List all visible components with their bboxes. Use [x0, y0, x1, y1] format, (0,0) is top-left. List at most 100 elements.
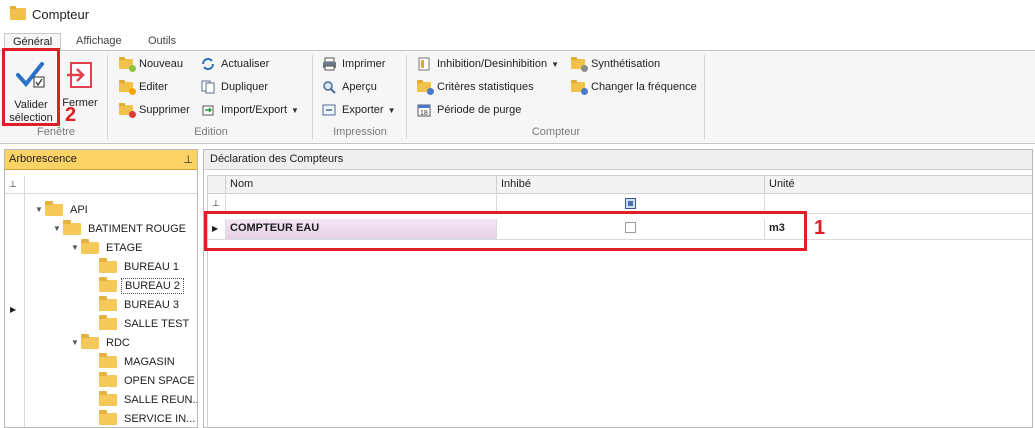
title-bar: Compteur	[0, 0, 1035, 30]
expand-arrow-icon[interactable]: ▼	[69, 338, 81, 347]
folder-icon	[99, 276, 117, 292]
imprimer-label: Imprimer	[342, 58, 386, 70]
editer-button[interactable]: Editer	[118, 78, 168, 96]
tree-panel-header: Arborescence ⊥	[5, 150, 197, 170]
tree-node[interactable]: SERVICE IN...	[87, 409, 197, 427]
tree-node[interactable]: BUREAU 3	[87, 295, 182, 314]
folder-icon	[99, 409, 117, 425]
tree-node[interactable]: SALLE TEST	[87, 314, 192, 333]
supprimer-label: Supprimer	[139, 104, 190, 116]
tab-outils[interactable]: Outils	[140, 33, 184, 51]
tree-node[interactable]: ▼ RDC	[69, 333, 133, 352]
folder-icon	[99, 295, 117, 311]
pin-icon[interactable]: ⊥	[183, 153, 193, 166]
expand-arrow-icon[interactable]: ▼	[51, 224, 63, 233]
export-icon	[321, 102, 337, 118]
inhibition-button[interactable]: Inhibition/Desinhibition ▼	[416, 55, 559, 73]
tree-node-label: ETAGE	[106, 241, 143, 254]
tree-node[interactable]: ▼ API	[33, 200, 91, 219]
tree-node-label: RDC	[106, 336, 130, 349]
editer-label: Editer	[139, 81, 168, 93]
tree-node-label: BUREAU 3	[124, 298, 180, 311]
tree-node[interactable]: MAGASIN	[87, 352, 178, 371]
folder-add-icon	[118, 56, 136, 72]
supprimer-button[interactable]: Supprimer	[118, 101, 190, 119]
exporter-label: Exporter	[342, 104, 384, 116]
apercu-button[interactable]: Aperçu	[321, 78, 377, 96]
dropdown-caret-icon: ▼	[291, 105, 299, 115]
folder-delete-icon	[118, 102, 136, 118]
expand-arrow-icon[interactable]: ▼	[69, 243, 81, 252]
imprimer-button[interactable]: Imprimer	[321, 55, 385, 73]
fermer-button[interactable]: Fermer	[58, 61, 102, 110]
changer-frequence-button[interactable]: Changer la fréquence	[570, 78, 697, 96]
folder-icon	[10, 6, 26, 20]
grid-panel-title: Déclaration des Compteurs	[210, 153, 344, 165]
group-fenetre-label: Fenêtre	[37, 126, 75, 138]
tree-node[interactable]: SALLE REUN...	[87, 390, 197, 409]
dropdown-caret-icon: ▼	[551, 59, 559, 69]
actualiser-button[interactable]: Actualiser	[200, 55, 269, 73]
current-row-indicator-icon: ▶	[10, 305, 17, 314]
inhibition-icon	[416, 56, 432, 72]
expand-arrow-icon[interactable]: ▼	[33, 205, 45, 214]
tree-node[interactable]: OPEN SPACE	[87, 371, 197, 390]
tree-node-label: BUREAU 1	[124, 260, 180, 273]
tree-panel: Arborescence ⊥ ⊥ ▶ ▼ API ▼ BATIMENT ROUGE ▼ E…	[4, 149, 198, 428]
row-indicator-column: ⊥ ▶	[5, 176, 25, 427]
column-header-nom[interactable]: Nom	[226, 176, 497, 194]
criteres-statistiques-button[interactable]: Critères statistiques	[416, 78, 534, 96]
group-separator	[312, 55, 313, 139]
synthetisation-label: Synthétisation	[591, 58, 661, 70]
column-header-inhibe[interactable]: Inhibé	[497, 176, 765, 194]
import-export-icon	[200, 102, 216, 118]
dropdown-caret-icon: ▼	[387, 105, 396, 115]
tree-node-label: SALLE TEST	[124, 317, 190, 330]
tree-panel-title: Arborescence	[9, 153, 77, 165]
tree-node[interactable]: BUREAU 1	[87, 257, 182, 276]
folder-clock-icon	[570, 79, 588, 95]
magnifier-icon	[321, 79, 337, 95]
periode-purge-button[interactable]: 18 Période de purge	[416, 101, 521, 119]
ribbon-tabs: Général Affichage Outils	[0, 30, 1035, 52]
periode-label: Période de purge	[437, 104, 522, 116]
tree-node-label: BATIMENT ROUGE	[88, 222, 186, 235]
tree-node[interactable]: BUREAU 2	[87, 276, 185, 295]
filter-checkbox[interactable]	[625, 198, 636, 209]
folder-icon	[63, 219, 81, 235]
tree-node[interactable]: ▼ ETAGE	[69, 238, 145, 257]
group-separator	[107, 55, 108, 139]
dupliquer-button[interactable]: Dupliquer	[200, 78, 268, 96]
nouveau-button[interactable]: Nouveau	[118, 55, 183, 73]
exit-icon	[67, 62, 92, 88]
folder-icon	[45, 200, 63, 216]
inhibition-label: Inhibition/Desinhibition	[437, 58, 548, 70]
annotation-box-1	[204, 211, 807, 251]
apercu-label: Aperçu	[342, 81, 377, 93]
folder-icon	[570, 56, 588, 72]
import-export-button[interactable]: Import/Export ▼	[200, 101, 299, 119]
group-edition-label: Edition	[194, 126, 228, 138]
nouveau-label: Nouveau	[139, 58, 184, 70]
folder-icon	[81, 238, 99, 254]
column-header-unite[interactable]: Unité	[765, 176, 1032, 194]
exporter-button[interactable]: Exporter ▼	[321, 101, 396, 119]
folder-icon	[99, 390, 117, 406]
group-impression-label: Impression	[333, 126, 387, 138]
tree-node[interactable]: ▼ BATIMENT ROUGE	[51, 219, 189, 238]
folder-icon	[99, 314, 117, 330]
changer-frequence-label: Changer la fréquence	[591, 81, 697, 93]
ribbon: Valider sélection Fermer Fenêtre Nouveau…	[0, 51, 1035, 144]
dupliquer-label: Dupliquer	[221, 81, 269, 93]
synthetisation-button[interactable]: Synthétisation	[570, 55, 660, 73]
printer-icon	[321, 56, 337, 72]
tree-filter-row[interactable]	[5, 176, 197, 194]
tree-node-label: BUREAU 2	[121, 277, 185, 294]
refresh-icon	[200, 56, 216, 72]
grid-panel: Déclaration des Compteurs Nom Inhibé Uni…	[203, 149, 1033, 428]
folder-icon	[81, 333, 99, 349]
criteres-label: Critères statistiques	[437, 81, 534, 93]
actualiser-label: Actualiser	[221, 58, 270, 70]
group-separator	[704, 55, 705, 139]
tab-affichage[interactable]: Affichage	[68, 33, 130, 51]
